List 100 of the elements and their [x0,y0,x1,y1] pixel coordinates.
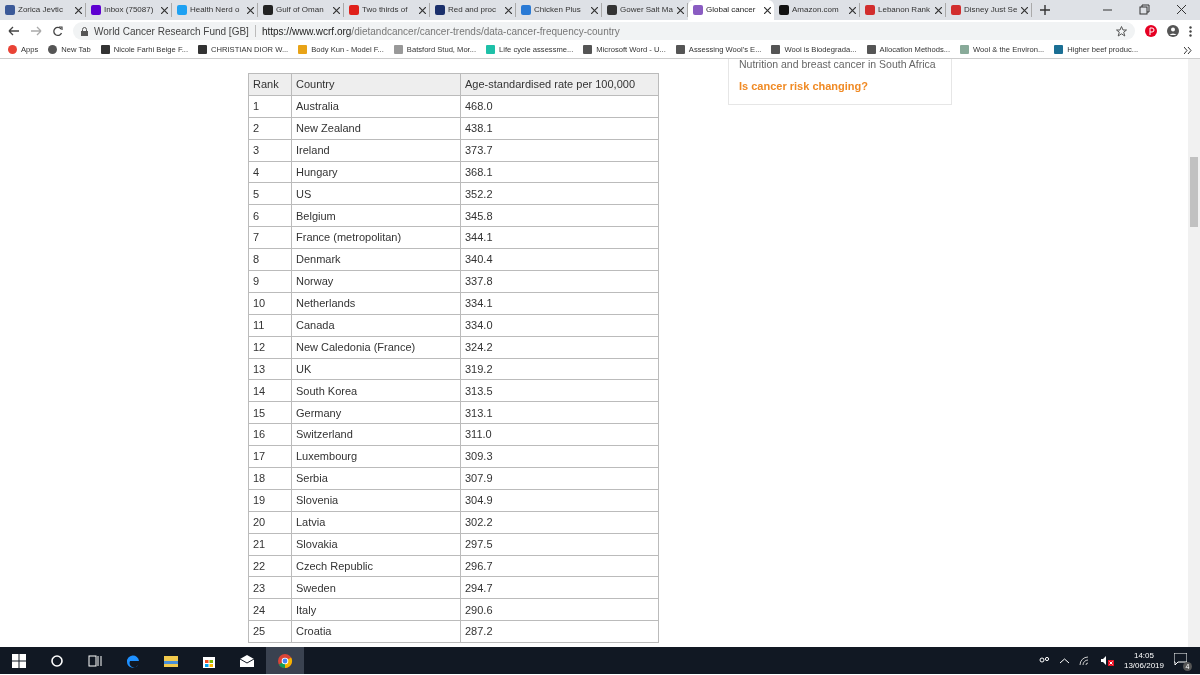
close-icon[interactable] [764,6,771,14]
extension-icon[interactable] [1145,25,1157,37]
table-cell: 18 [248,467,292,490]
table-cell: 5 [248,182,292,205]
table-cell: Latvia [291,511,461,534]
more-menu-icon[interactable] [1189,25,1192,37]
table-cell: Croatia [291,620,461,643]
table-cell: 14 [248,379,292,402]
tab-favicon-icon [779,5,789,15]
clock[interactable]: 14:05 13/06/2019 [1123,650,1164,671]
clock-time: 14:05 [1132,650,1155,661]
table-cell: Switzerland [291,423,461,446]
browser-tab[interactable]: Amazon.com [774,3,860,17]
wifi-icon[interactable] [1078,655,1090,666]
table-cell: Ireland [291,139,461,162]
more-bookmarks-icon[interactable] [1184,46,1192,54]
browser-tab[interactable]: Red and proc [430,3,516,17]
account-icon[interactable] [1167,25,1179,37]
start-icon[interactable] [11,652,27,669]
chrome-icon[interactable] [277,652,293,669]
tab-favicon-icon [865,5,875,15]
table-cell: Italy [291,598,461,621]
tab-favicon-icon [177,5,187,15]
table-cell: 345.8 [460,204,659,227]
tab-favicon-icon [693,5,703,15]
table-cell: Netherlands [291,292,461,315]
table-cell: 373.7 [460,139,659,162]
browser-tab[interactable]: Health Nerd o [172,3,258,17]
reload-icon[interactable] [52,25,63,37]
close-icon[interactable] [247,6,254,14]
tab-favicon-icon [349,5,359,15]
table-cell: 344.1 [460,226,659,249]
column-header: Country [291,73,461,96]
table-cell: Czech Republic [291,555,461,577]
close-icon[interactable] [1021,6,1028,14]
browser-tab[interactable]: Global cancer [688,0,774,20]
notification-icon [1174,652,1187,665]
url-text: https://www.wcrf.org/dietandcancer/cancer-trends/data-cancer-frequency-country [261,24,620,39]
browser-tab[interactable]: Disney Just Se [946,3,1032,17]
table-cell: Slovakia [291,533,461,556]
tab-favicon-icon [521,5,531,15]
table-cell: New Caledonia (France) [291,336,461,359]
search-icon[interactable] [49,652,65,669]
browser-tab[interactable]: Inbox (75087) [86,3,172,17]
close-icon[interactable] [935,6,942,14]
table-cell: 11 [248,314,292,337]
close-icon[interactable] [75,6,82,14]
close-icon[interactable] [677,6,684,14]
related-link[interactable]: Nutrition and breast cancer in South Africa [739,59,941,73]
table-cell: 334.1 [460,292,659,315]
star-icon[interactable] [1116,25,1127,37]
table-cell: Slovenia [291,489,461,512]
browser-tab[interactable]: Gower Salt Ma [602,3,688,17]
table-cell: 1 [248,95,292,118]
browser-tab[interactable]: Zorica Jevtic [0,3,86,17]
table-cell: 23 [248,577,292,599]
browser-tab[interactable]: Chicken Plus [516,3,602,17]
task-view-icon[interactable] [87,652,103,669]
close-icon[interactable] [591,6,598,14]
table-cell: UK [291,358,461,380]
back-icon[interactable] [8,26,20,36]
table-cell: 290.6 [460,598,659,621]
table-cell: 22 [248,555,292,577]
tab-favicon-icon [5,5,15,15]
table-cell: Serbia [291,467,461,490]
lock-icon [81,26,88,36]
table-cell: 294.7 [460,577,659,599]
address-bar[interactable]: World Cancer Research Fund [GB] https://www.wcrf.org/dietandcancer/cancer-trends/data-cancer-frequency-country [73,22,1135,40]
table-cell: 304.9 [460,489,659,512]
mail-icon[interactable] [239,652,255,669]
table-cell: South Korea [291,379,461,402]
table-cell: Germany [291,401,461,424]
browser-tab[interactable]: Lebanon Rank [860,3,946,17]
table-cell: 296.7 [460,555,659,577]
table-cell: Norway [291,270,461,293]
table-cell: 9 [248,270,292,293]
close-icon[interactable] [419,6,426,14]
table-cell: 297.5 [460,533,659,556]
scrollbar-thumb[interactable] [1190,157,1198,227]
close-icon[interactable] [333,6,340,14]
table-cell: 334.0 [460,314,659,337]
table-cell: 4 [248,161,292,183]
new-tab-icon[interactable] [1040,5,1050,15]
table-cell: 313.1 [460,401,659,424]
muted-speaker-icon[interactable] [1099,655,1114,666]
close-icon[interactable] [849,6,856,14]
table-cell: Denmark [291,248,461,271]
close-icon[interactable] [505,6,512,14]
table-cell: 309.3 [460,445,659,468]
browser-tab[interactable]: Gulf of Oman [258,3,344,17]
table-cell: 3 [248,139,292,162]
scrollbar[interactable] [1188,59,1200,647]
chevron-up-icon[interactable] [1059,657,1069,664]
table-cell: Sweden [291,577,461,599]
tab-favicon-icon [951,5,961,15]
people-icon[interactable] [1037,655,1050,666]
table-cell: 12 [248,336,292,359]
table-cell: 16 [248,423,292,446]
browser-tab[interactable]: Two thirds of [344,3,430,17]
close-icon[interactable] [161,6,168,14]
